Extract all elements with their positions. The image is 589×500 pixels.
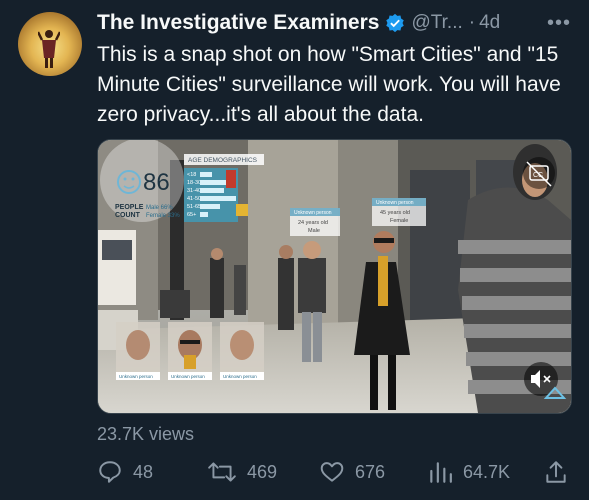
tag2-age: 45 years old (380, 210, 410, 216)
count-label: COUNT (115, 212, 141, 219)
people-count: 86 (143, 169, 170, 196)
verified-badge-icon (385, 13, 405, 33)
female-percent: Female 33% (146, 213, 180, 219)
age-row: 65+ (187, 212, 196, 218)
age-demographics-title: AGE DEMOGRAPHICS (188, 157, 258, 164)
separator-dot: · (468, 12, 476, 33)
face-thumbnail: Unknown person (168, 322, 212, 380)
age-row: 51-65 (187, 204, 201, 210)
like-count: 676 (355, 461, 386, 482)
tweet-text: This is a snap shot on how "Smart Cities… (97, 43, 561, 126)
reply-button[interactable]: 48 (97, 455, 153, 489)
tweet-header: The Investigative Examiners @Tr... · 4d … (97, 10, 577, 36)
like-button[interactable]: 676 (319, 455, 385, 489)
more-options-icon[interactable]: ••• (547, 12, 571, 35)
svg-text:Unknown person: Unknown person (223, 374, 257, 379)
video-frame: 86 PEOPLE COUNT Male 66% Female 33% AGE … (98, 140, 571, 413)
analytics-count: 64.7K (463, 461, 511, 482)
avatar[interactable] (18, 12, 82, 76)
tweet-actions: 48 469 676 64.7K (97, 455, 570, 489)
retweet-button[interactable]: 469 (207, 455, 277, 489)
avatar-figure-icon (38, 30, 60, 68)
age-row: 41-50 (187, 196, 201, 202)
author-name[interactable]: The Investigative Examiners (97, 11, 379, 35)
tag1-title: Unknown person (294, 210, 332, 216)
svg-text:Unknown person: Unknown person (171, 374, 205, 379)
face-thumbnail: Unknown person (116, 322, 160, 380)
author-handle[interactable]: @Tr... (411, 12, 462, 34)
captions-icon[interactable]: CC (523, 157, 555, 189)
reply-count: 48 (133, 461, 154, 482)
share-button[interactable] (543, 455, 579, 489)
analytics-icon (430, 462, 452, 483)
male-percent: Male 66% (146, 205, 173, 211)
tweet-time[interactable]: 4d (479, 12, 500, 34)
face-thumbnail: Unknown person (220, 322, 264, 380)
share-icon (546, 461, 566, 483)
tag1-gender: Male (308, 228, 320, 234)
age-row: 31-40 (187, 188, 201, 194)
tweet-media-video[interactable]: 86 PEOPLE COUNT Male 66% Female 33% AGE … (97, 139, 572, 414)
age-row: 18-30 (187, 180, 201, 186)
retweet-count: 469 (247, 461, 278, 482)
reply-icon (99, 461, 121, 483)
views-count[interactable]: 23.7K views (97, 424, 194, 445)
tag2-gender: Female (390, 218, 408, 224)
age-row: <18 (187, 172, 196, 178)
people-label: PEOPLE (115, 204, 144, 211)
tag2-title: Unknown person (376, 200, 414, 206)
heart-icon (320, 462, 344, 482)
analytics-button[interactable]: 64.7K (427, 455, 510, 489)
svg-text:Unknown person: Unknown person (119, 374, 153, 379)
retweet-icon (208, 462, 236, 482)
tag1-age: 24 years old (298, 220, 328, 226)
